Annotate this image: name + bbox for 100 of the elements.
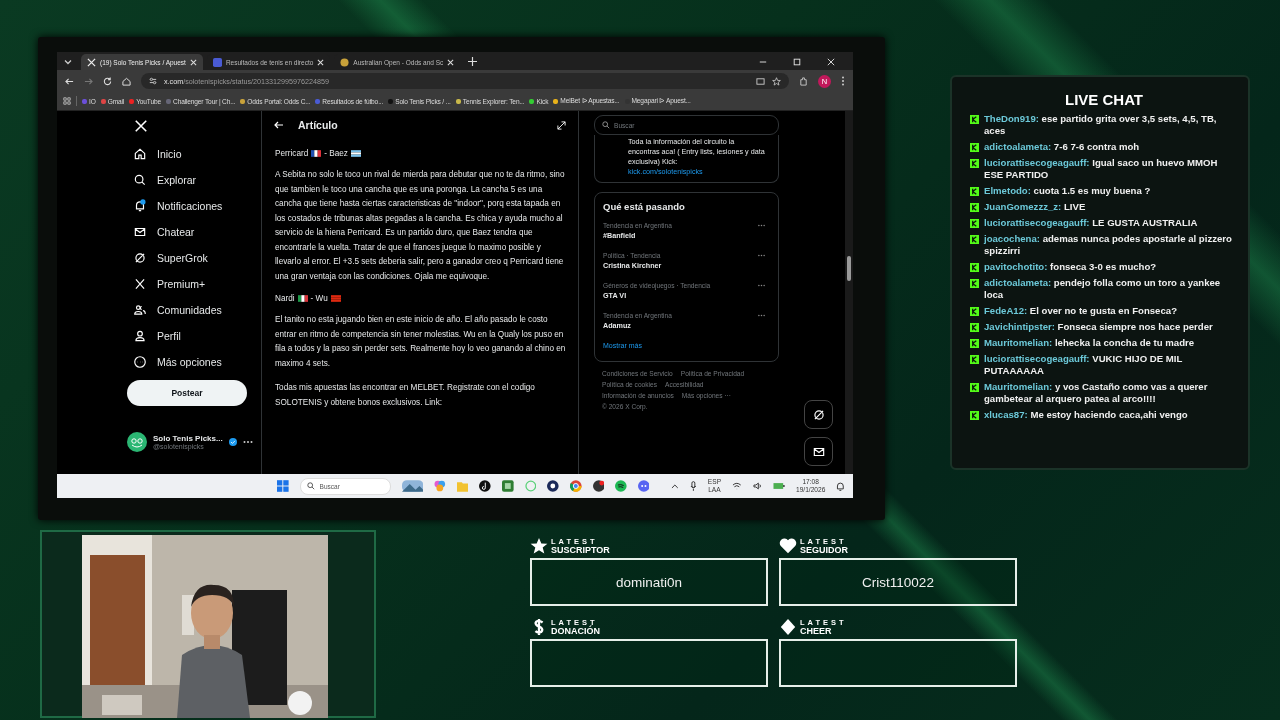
- diamond-icon: [779, 618, 797, 636]
- nav-item[interactable]: Comunidades: [127, 297, 261, 323]
- more-icon[interactable]: [757, 314, 766, 317]
- nav-item[interactable]: SuperGrok: [127, 245, 261, 271]
- kick-badge-icon: [970, 114, 979, 124]
- tab-favicon: [212, 57, 222, 67]
- nav-item[interactable]: Explorar: [127, 167, 261, 193]
- chat-message: pavitochotito: fonseca 3-0 es mucho?: [984, 261, 1157, 273]
- kick-badge-icon: [970, 142, 979, 152]
- bell-icon[interactable]: [836, 481, 846, 491]
- messages-button[interactable]: [804, 437, 833, 466]
- player-name: - Wu: [310, 294, 328, 303]
- verified-icon: [228, 438, 237, 446]
- article-paragraph: Todas mis apuestas las encontrar en MELBET. Registrate con el codigo SOLOTENIS y obtene bonos exclusivos. Link:: [275, 382, 536, 409]
- close-icon[interactable]: [827, 58, 835, 66]
- battery-icon[interactable]: [773, 482, 785, 490]
- chat-message: Javichintipster: Fonseca siempre nos hace perder: [984, 321, 1213, 333]
- back-icon[interactable]: [65, 76, 74, 86]
- game-controller-app-icon[interactable]: [637, 480, 650, 492]
- chat-message: FedeA12: El over no te gusta en Fonseca?: [984, 305, 1177, 317]
- player-name: Perricard: [275, 149, 309, 158]
- site-settings-icon[interactable]: [149, 77, 157, 85]
- wifi-icon[interactable]: [732, 482, 742, 490]
- chat-message: Mauritomelian: y vos Castaño como vas a querer gambetear al arquero patea al arco!!!!: [984, 381, 1209, 405]
- chat-message: adictoalameta: 7-6 7-6 contra moh: [984, 141, 1140, 153]
- nav-item[interactable]: Inicio: [127, 141, 261, 167]
- nav-icon: [133, 329, 147, 343]
- music-note-app-icon[interactable]: [479, 480, 492, 492]
- volume-icon[interactable]: [752, 482, 763, 490]
- alert-label: CHEER: [800, 627, 833, 636]
- account-avatar[interactable]: [127, 432, 147, 452]
- extensions-icon[interactable]: [799, 76, 808, 86]
- caret-icon[interactable]: [671, 483, 680, 489]
- chat-message: JuanGomezzz_z: LIVE: [984, 201, 1086, 213]
- widget-landscape-icon[interactable]: [401, 480, 424, 492]
- kick-badge-icon: [970, 234, 979, 244]
- round-app-icon[interactable]: [547, 480, 559, 492]
- kick-badge-icon: [970, 354, 979, 364]
- nav-icon: [133, 173, 147, 187]
- alert-value: Crist110022: [862, 574, 934, 590]
- grid-app-icon[interactable]: [502, 480, 514, 492]
- microphone-icon[interactable]: [690, 481, 697, 491]
- post-button[interactable]: Postear: [127, 380, 247, 406]
- round-app-icon[interactable]: [592, 480, 605, 492]
- music-app-icon[interactable]: [615, 480, 627, 492]
- install-icon[interactable]: [756, 76, 765, 86]
- chat-message: joacochena: ademas nunca podes apostarle al pizzero spizzirri: [984, 233, 1233, 257]
- more-icon[interactable]: [757, 284, 766, 287]
- kick-badge-icon: [970, 278, 979, 288]
- home-icon[interactable]: [122, 76, 131, 86]
- article-paragraph: El tanito no esta jugando bien en este inicio de año. El año pasado le costo entrar en ritmo de competencia sin tener molestias. Wu en la Qualy los puso en fila a todos y la paso sin perder sets. Realmente hoy lo veo ganando al chino en maximo 4 sets.: [275, 314, 567, 370]
- account-name: Solo Tenis Picks...: [153, 434, 223, 443]
- expand-icon[interactable]: [557, 120, 566, 130]
- nav-icon: [133, 355, 147, 369]
- flag-icon: [330, 295, 341, 302]
- player-name: - Baez: [324, 149, 348, 158]
- nav-item[interactable]: Chatear: [127, 219, 261, 245]
- forward-icon[interactable]: [84, 76, 93, 86]
- nav-icon: [133, 277, 147, 291]
- chat-message: luciorattisecogeagauff: LE GUSTA AUSTRALIA: [984, 217, 1198, 229]
- minimize-icon[interactable]: [759, 58, 767, 66]
- alert-label: SEGUIDOR: [800, 546, 848, 555]
- reload-icon[interactable]: [103, 76, 112, 86]
- kick-badge-icon: [970, 410, 979, 420]
- close-icon[interactable]: [447, 58, 455, 66]
- more-icon[interactable]: [757, 224, 766, 227]
- kick-badge-icon: [970, 382, 979, 392]
- new-tab-icon[interactable]: [468, 57, 478, 66]
- kick-badge-icon: [970, 218, 979, 228]
- maximize-icon[interactable]: [793, 58, 801, 66]
- nav-item[interactable]: Notificaciones: [127, 193, 261, 219]
- browser-app-icon[interactable]: [569, 480, 582, 492]
- menu-icon[interactable]: [841, 76, 845, 86]
- nav-item[interactable]: Perfil: [127, 323, 261, 349]
- kick-badge-icon: [970, 202, 979, 212]
- chat-message: Elmetodo: cuota 1.5 es muy buena ?: [984, 185, 1151, 197]
- kick-badge-icon: [970, 338, 979, 348]
- nav-item[interactable]: Premium+: [127, 271, 261, 297]
- chat-message: xlucas87: Me estoy haciendo caca,ahi vengo: [984, 409, 1188, 421]
- x-logo-icon[interactable]: [134, 119, 148, 133]
- flower-app-icon[interactable]: [434, 480, 446, 492]
- tab-favicon: [340, 57, 350, 67]
- kick-badge-icon: [970, 322, 979, 332]
- nav-item[interactable]: Más opciones: [127, 349, 261, 375]
- trends-title: Qué está pasando: [603, 201, 686, 212]
- star-icon: [530, 537, 548, 555]
- more-icon[interactable]: [242, 440, 253, 444]
- grok-button[interactable]: [804, 400, 833, 429]
- alert-value: dominati0n: [615, 574, 682, 590]
- scrollbar[interactable]: [845, 111, 853, 474]
- close-icon[interactable]: [317, 58, 325, 66]
- close-icon[interactable]: [189, 58, 197, 66]
- more-icon[interactable]: [757, 254, 766, 257]
- kick-badge-icon: [970, 262, 979, 272]
- star-icon[interactable]: [772, 76, 781, 86]
- kick-badge-icon: [970, 158, 979, 168]
- chat-message: Mauritomelian: lehecka la concha de tu madre: [984, 337, 1195, 349]
- alert-label: SUSCRIPTOR: [551, 546, 610, 555]
- windows-start-icon[interactable]: [277, 480, 289, 492]
- heart-icon: [779, 537, 797, 555]
